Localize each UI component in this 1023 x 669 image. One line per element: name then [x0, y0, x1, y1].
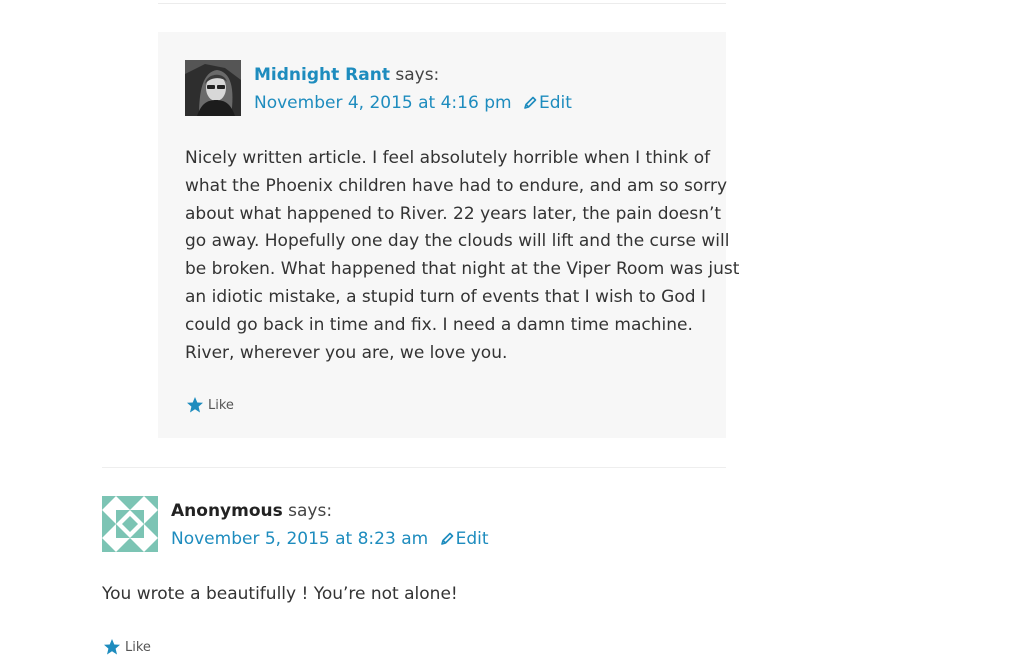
comment-line: You wrote a beautifully ! You’re not alo…	[102, 584, 458, 604]
avatar[interactable]	[185, 60, 241, 116]
edit-link[interactable]: Edit	[440, 529, 489, 549]
identicon-avatar	[102, 496, 158, 552]
comment-text: Nicely written article. I feel absolutel…	[185, 145, 739, 367]
comment-line: Nicely written article. I feel absolutel…	[185, 148, 711, 168]
edit-label: Edit	[538, 93, 572, 113]
comment-text: You wrote a beautifully ! You’re not alo…	[102, 581, 458, 609]
comment-line: River, wherever you are, we love you.	[185, 342, 508, 363]
pencil-icon	[440, 532, 453, 545]
comment-line: about what happened to River. 22 years l…	[185, 203, 722, 224]
like-label: Like	[208, 397, 234, 413]
comment-meta: November 4, 2015 at 4:16 pm Edit	[254, 91, 572, 115]
comment-author-line: Midnight Rant says:	[254, 63, 439, 87]
comment-line: what the Phoenix children have had to en…	[185, 175, 728, 196]
comment-date-link[interactable]: November 5, 2015 at 8:23 am	[171, 529, 428, 549]
avatar[interactable]	[102, 496, 158, 552]
author-name: Anonymous	[171, 501, 283, 521]
comment-author-line: Anonymous says:	[171, 499, 332, 523]
comment-divider	[158, 3, 726, 4]
comment-line: an idiotic mistake, a stupid turn of eve…	[185, 286, 706, 307]
like-button[interactable]: Like	[103, 638, 151, 656]
star-icon	[187, 397, 203, 413]
edit-label: Edit	[455, 529, 489, 549]
comment-date-link[interactable]: November 4, 2015 at 4:16 pm	[254, 93, 512, 113]
like-button[interactable]: Like	[186, 396, 234, 414]
comment-line: could go back in time and fix. I need a …	[185, 314, 693, 335]
pencil-icon	[524, 96, 537, 109]
star-icon	[104, 639, 120, 655]
edit-link[interactable]: Edit	[523, 93, 572, 113]
says-label: says:	[288, 501, 333, 521]
says-label: says:	[395, 65, 440, 85]
like-label: Like	[125, 639, 151, 655]
user-photo-avatar	[185, 60, 241, 116]
comment-line: be broken. What happened that night at t…	[185, 259, 740, 280]
comment-meta: November 5, 2015 at 8:23 am Edit	[171, 527, 489, 551]
comment-divider	[102, 467, 726, 468]
comment-line: go away. Hopefully one day the clouds wi…	[185, 231, 730, 252]
author-link[interactable]: Midnight Rant	[254, 65, 390, 85]
